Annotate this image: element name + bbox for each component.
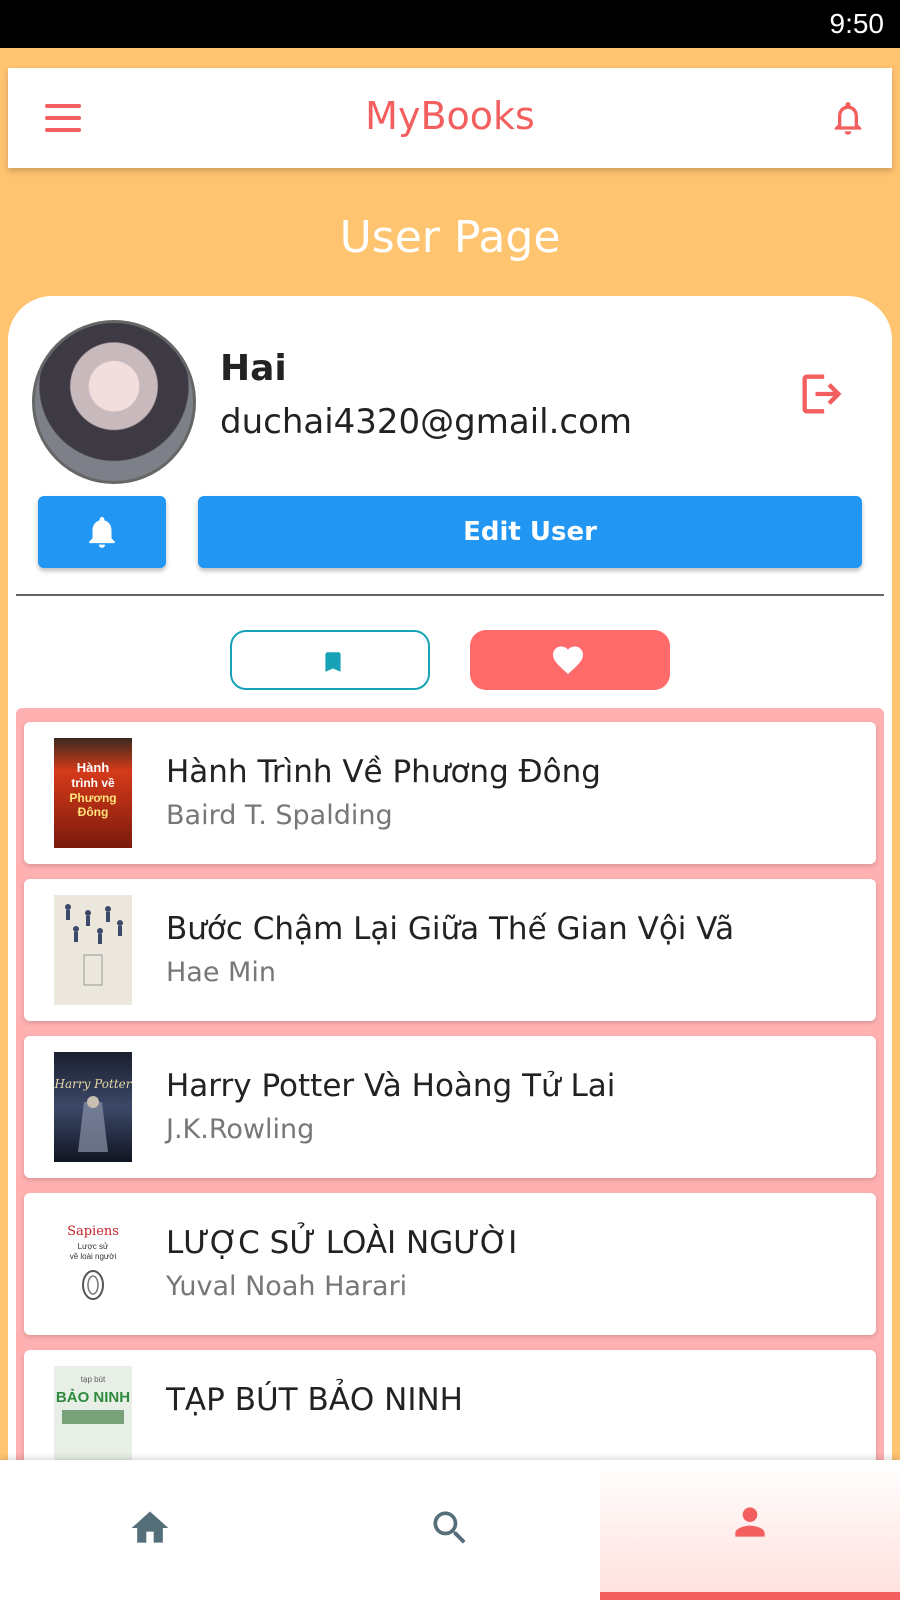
search-icon (433, 1511, 466, 1544)
notification-button[interactable] (38, 496, 166, 568)
book-author: Baird T. Spalding (166, 800, 393, 831)
logout-icon[interactable] (796, 368, 848, 420)
book-item[interactable]: Bước Chậm Lại Giữa Thế Gian Vội Vã Hae M… (24, 879, 876, 1021)
book-author: Hae Min (166, 957, 276, 988)
edit-user-button[interactable]: Edit User (198, 496, 862, 568)
book-list: Hành trình về Phương Đông Hành Trình Về … (16, 708, 884, 1508)
app-title: MyBooks (365, 94, 535, 138)
svg-text:Đông: Đông (78, 805, 109, 819)
svg-text:Hành: Hành (77, 760, 110, 775)
book-title: TẠP BÚT BẢO NINH (166, 1382, 463, 1418)
avatar (32, 320, 196, 484)
book-title: Bước Chậm Lại Giữa Thế Gian Vội Vã (166, 911, 735, 947)
bell-icon (89, 516, 115, 548)
book-cover-image: Sapiens Lược sử về loài người (54, 1209, 132, 1319)
divider (16, 594, 884, 596)
bottom-navigation (0, 1460, 900, 1600)
book-cover-image: Harry Potter (54, 1052, 132, 1162)
book-title: Harry Potter Và Hoàng Tử Lai (166, 1068, 616, 1104)
svg-text:Harry Potter: Harry Potter (54, 1077, 132, 1091)
heart-icon (553, 646, 583, 675)
svg-text:Sapiens: Sapiens (67, 1224, 119, 1239)
status-bar: 9:50 (0, 0, 900, 48)
bell-outline-icon[interactable] (828, 98, 868, 138)
nav-search[interactable] (300, 1460, 600, 1600)
profile-card: Hai duchai4320@gmail.com Edit User Hành … (8, 296, 892, 1508)
book-item[interactable]: Sapiens Lược sử về loài người LƯỢC SỬ LO… (24, 1193, 876, 1335)
svg-text:BẢO NINH: BẢO NINH (56, 1389, 130, 1406)
book-title: Hành Trình Về Phương Đông (166, 754, 601, 790)
nav-home[interactable] (0, 1460, 300, 1600)
book-cover-image: Hành trình về Phương Đông (54, 738, 132, 848)
nav-profile[interactable] (600, 1460, 900, 1600)
app-bar: MyBooks (8, 68, 892, 168)
status-time: 9:50 (829, 8, 885, 39)
book-title: LƯỢC SỬ LOÀI NGƯỜI (166, 1225, 518, 1261)
svg-text:Phương: Phương (69, 791, 116, 805)
book-cover-image (54, 895, 132, 1005)
person-icon (735, 1507, 765, 1537)
svg-text:tạp bút: tạp bút (81, 1375, 106, 1384)
book-item[interactable]: Hành trình về Phương Đông Hành Trình Về … (24, 722, 876, 864)
tab-saved-books[interactable] (230, 630, 430, 690)
book-item[interactable]: Harry Potter Harry Potter Và Hoàng Tử La… (24, 1036, 876, 1178)
page-title: User Page (339, 212, 561, 263)
svg-text:trình về: trình về (71, 776, 115, 790)
svg-text:về loài người: về loài người (70, 1252, 117, 1261)
book-author: Yuval Noah Harari (166, 1271, 408, 1302)
book-author: J.K.Rowling (166, 1114, 315, 1145)
active-tab-indicator (600, 1592, 900, 1600)
svg-text:Lược sử: Lược sử (78, 1242, 109, 1251)
user-name: Hai (220, 348, 287, 389)
bookmark-icon (325, 652, 341, 672)
user-email: duchai4320@gmail.com (220, 402, 633, 442)
home-icon (131, 1511, 169, 1543)
tab-favorite-books[interactable] (470, 630, 670, 690)
